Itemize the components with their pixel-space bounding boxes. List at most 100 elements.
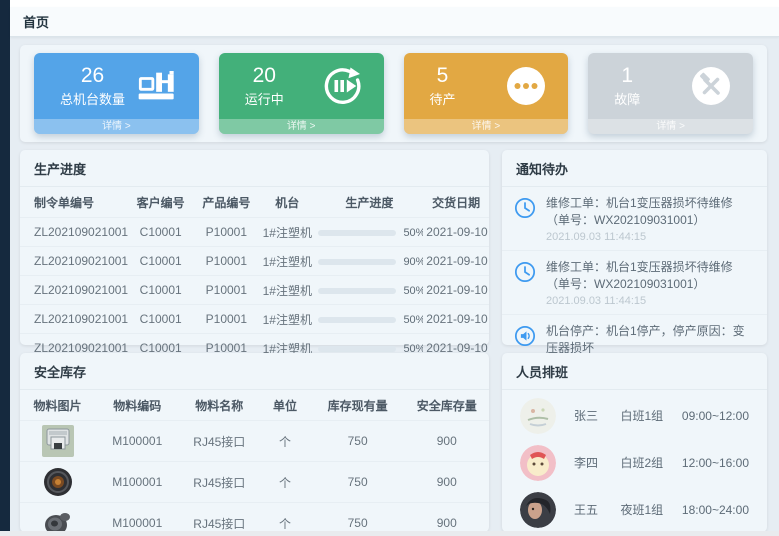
- stat-detail-link[interactable]: 详情 >: [219, 119, 384, 134]
- order-no: ZL202109021001: [20, 276, 128, 305]
- progress-bar: [318, 317, 396, 323]
- material-name: RJ45接口: [179, 503, 259, 532]
- table-row[interactable]: ZL202109021001 C10001 P10001 1#注塑机 50% 2…: [20, 218, 489, 247]
- col-machine: 机台: [259, 187, 315, 218]
- panel-title-notices: 通知待办: [502, 150, 767, 187]
- stat-label: 运行中: [245, 89, 284, 108]
- speaker-icon: [514, 325, 536, 347]
- stat-label: 故障: [614, 89, 640, 108]
- notice-text: 维修工单：机台1变压器损坏待维修（单号：WX202109031001）: [546, 259, 755, 294]
- inventory-table: 物料图片 物料编码 物料名称 单位 库存现有量 安全库存量: [20, 390, 489, 531]
- col-material-code: 物料编码: [95, 390, 179, 421]
- machine-name: 1#注塑机: [259, 247, 315, 276]
- stat-card-running[interactable]: 20 运行中 详情 >: [219, 53, 384, 134]
- table-row[interactable]: ZL202109021001 C10001 P10001 1#注塑机 90% 2…: [20, 247, 489, 276]
- shift-label: 白班1组: [620, 407, 681, 424]
- stat-value: 26: [60, 64, 125, 88]
- unit: 个: [259, 421, 311, 462]
- list-item[interactable]: 王五 夜班1组 18:00~24:00: [502, 486, 767, 531]
- material-code: M100001: [95, 503, 179, 532]
- col-product-no: 产品编号: [194, 187, 260, 218]
- stat-label: 待产: [430, 89, 456, 108]
- main-area: 首页 26 总机台数量: [10, 0, 779, 531]
- staff-name: 王五: [574, 501, 620, 518]
- table-row[interactable]: ZL202109021001 C10001 P10001 1#注塑机 50% 2…: [20, 305, 489, 334]
- col-stock-on-hand: 库存现有量: [311, 390, 405, 421]
- avatar: [520, 398, 556, 434]
- col-progress: 生产进度: [315, 187, 423, 218]
- col-material-name: 物料名称: [179, 390, 259, 421]
- table-row[interactable]: ZL202109021001 C10001 P10001 1#注塑机 50% 2…: [20, 276, 489, 305]
- stat-detail-link[interactable]: 详情 >: [404, 119, 569, 134]
- notice-timestamp: 2021.09.03 11:44:15: [546, 231, 755, 243]
- order-no: ZL202109021001: [20, 218, 128, 247]
- shift-time: 09:00~12:00: [682, 409, 749, 423]
- notices-panel: 通知待办 维修工单：机台1变压器损坏待维修（单号：WX202109031001）: [502, 150, 767, 345]
- avatar-zhangsan: [520, 398, 556, 434]
- progress-percent: 50%: [403, 227, 423, 239]
- customer-no: C10001: [128, 218, 194, 247]
- progress-percent: 90%: [403, 256, 423, 268]
- col-unit: 单位: [259, 390, 311, 421]
- col-delivery-date: 交货日期: [423, 187, 489, 218]
- delivery-date: 2021-09-10: [423, 247, 489, 276]
- top-spacer: [10, 0, 779, 7]
- table-row[interactable]: M100001 RJ45接口 个 750 900: [20, 421, 489, 462]
- panel-title-schedule: 人员排班: [502, 353, 767, 390]
- stat-card-waiting[interactable]: 5 待产 详情 >: [404, 53, 569, 134]
- progress-bar: [318, 259, 396, 265]
- unit: 个: [259, 503, 311, 532]
- stat-card-fault[interactable]: 1 故障 详情 >: [588, 53, 753, 134]
- stat-detail-link[interactable]: 详情 >: [588, 119, 753, 134]
- shift-time: 18:00~24:00: [682, 503, 749, 517]
- material-code: M100001: [95, 462, 179, 503]
- bottom-edge: [0, 531, 779, 536]
- table-row[interactable]: M100001 RJ45接口 个 750 900: [20, 503, 489, 532]
- list-item[interactable]: 维修工单：机台1变压器损坏待维修（单号：WX202109031001） 2021…: [502, 250, 767, 314]
- clock-icon: [514, 197, 536, 219]
- product-no: P10001: [194, 305, 260, 334]
- stat-label: 总机台数量: [60, 89, 125, 108]
- production-table: 制令单编号 客户编号 产品编号 机台 生产进度 交货日期 ZL202109021: [20, 187, 489, 363]
- list-item[interactable]: 张三 白班1组 09:00~12:00: [502, 392, 767, 439]
- staff-schedule-panel: 人员排班: [502, 353, 767, 531]
- machine-name: 1#注塑机: [259, 276, 315, 305]
- shift-label: 夜班1组: [620, 501, 681, 518]
- list-item[interactable]: 维修工单：机台1变压器损坏待维修（单号：WX202109031001） 2021…: [502, 187, 767, 250]
- stat-value: 1: [614, 64, 640, 88]
- col-order-no: 制令单编号: [20, 187, 128, 218]
- stat-value: 5: [430, 64, 456, 88]
- table-row[interactable]: M100001 RJ45接口 个 750 900: [20, 462, 489, 503]
- unit: 个: [259, 462, 311, 503]
- tab-home[interactable]: 首页: [23, 12, 49, 31]
- avatar-wangwu: [520, 492, 556, 528]
- avatar: [520, 445, 556, 481]
- shift-time: 12:00~16:00: [682, 456, 749, 470]
- panel-title-inventory: 安全库存: [20, 353, 489, 390]
- safety-stock: 900: [405, 421, 489, 462]
- stat-detail-link[interactable]: 详情 >: [34, 119, 199, 134]
- fault-icon: [691, 66, 731, 106]
- product-no: P10001: [194, 276, 260, 305]
- customer-no: C10001: [128, 247, 194, 276]
- material-name: RJ45接口: [179, 421, 259, 462]
- shift-label: 白班2组: [620, 454, 681, 471]
- delivery-date: 2021-09-10: [423, 218, 489, 247]
- stat-card-total-machines[interactable]: 26 总机台数量 详情 >: [34, 53, 199, 134]
- product-no: P10001: [194, 247, 260, 276]
- clock-icon: [514, 261, 536, 283]
- production-progress-panel: 生产进度 制令单编号 客户编号 产品编号 机台 生产进度 交货日期: [20, 150, 489, 345]
- staff-name: 李四: [574, 454, 620, 471]
- staff-name: 张三: [574, 407, 620, 424]
- safety-stock: 900: [405, 462, 489, 503]
- tab-bar: 首页: [10, 7, 779, 37]
- dashboard-content: 26 总机台数量 详情 >: [10, 37, 779, 531]
- avatar-lisi: [520, 445, 556, 481]
- list-item[interactable]: 李四 白班2组 12:00~16:00: [502, 439, 767, 486]
- notice-text: 维修工单：机台1变压器损坏待维修（单号：WX202109031001）: [546, 195, 755, 230]
- round-speaker-photo: [42, 466, 74, 498]
- customer-no: C10001: [128, 276, 194, 305]
- delivery-date: 2021-09-10: [423, 305, 489, 334]
- delivery-date: 2021-09-10: [423, 276, 489, 305]
- stats-panel: 26 总机台数量 详情 >: [20, 45, 767, 142]
